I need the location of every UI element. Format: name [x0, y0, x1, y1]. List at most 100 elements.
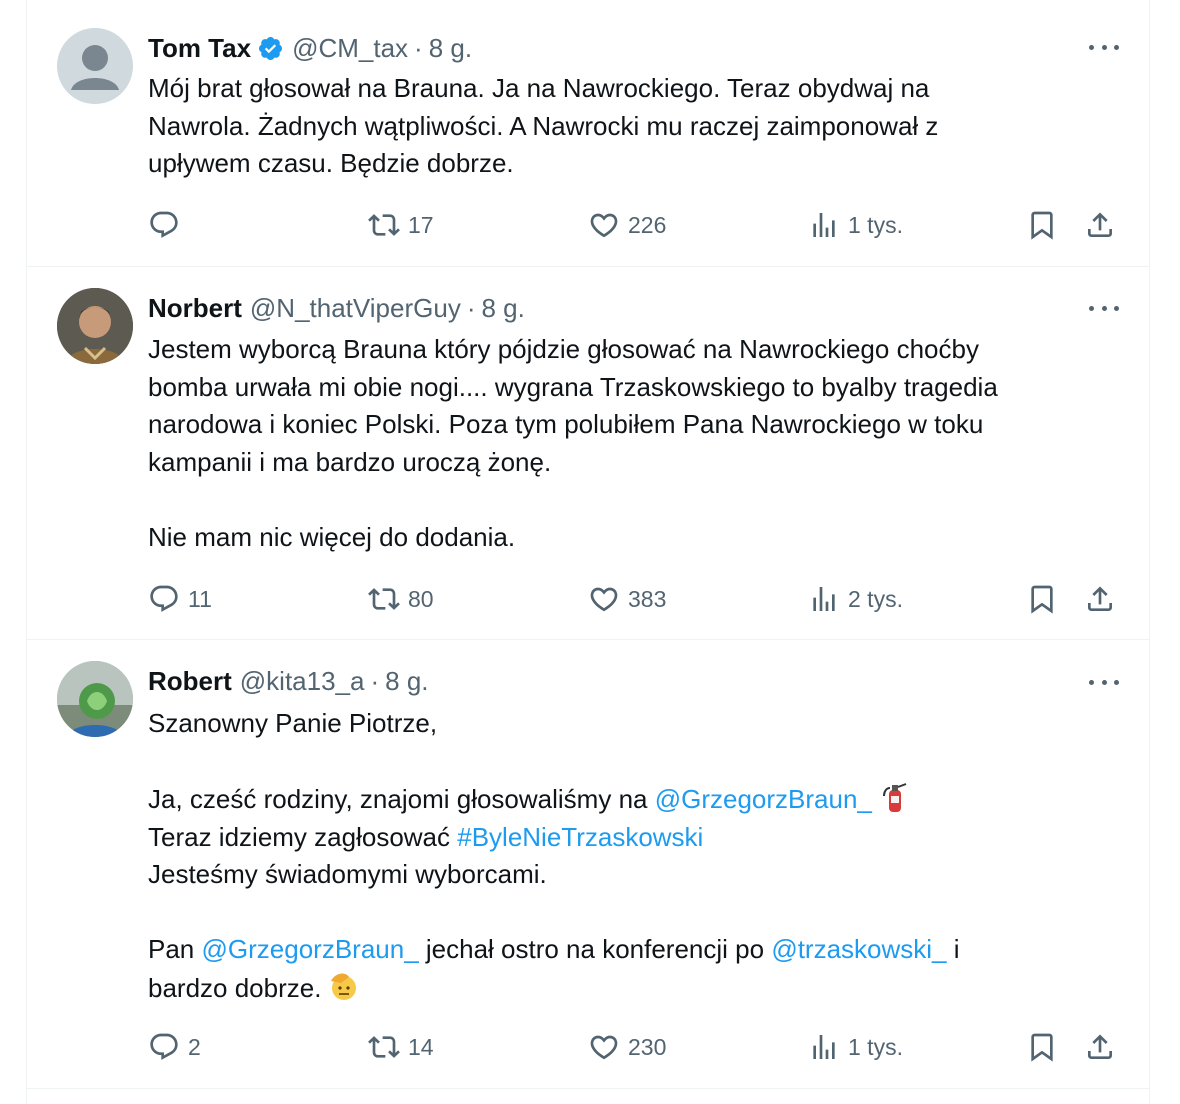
reply-button[interactable]: 11: [148, 579, 212, 619]
saluting-face-emoji-icon: [331, 973, 357, 1000]
mention-link[interactable]: @trzaskowski_: [771, 934, 946, 964]
display-name[interactable]: Robert: [148, 666, 232, 697]
tweet-header: Tom Tax @CM_tax · 8 g.: [148, 30, 472, 66]
mention-link[interactable]: @GrzegorzBraun_: [655, 784, 872, 814]
like-button[interactable]: 230: [588, 1027, 666, 1067]
views-chart-icon: [808, 209, 840, 241]
like-count: 226: [628, 211, 667, 238]
user-photo-icon: [57, 661, 133, 737]
views-button[interactable]: 2 tys.: [808, 579, 903, 619]
heart-icon: [588, 1031, 620, 1063]
views-button[interactable]: 1 tys.: [808, 1027, 903, 1067]
timestamp[interactable]: 8 g.: [482, 293, 525, 324]
share-icon: [1084, 1031, 1116, 1063]
tweet-line: Nawrola. Żadnych wątpliwości. A Nawrocki…: [148, 110, 939, 141]
tweet-text: Szanowny Panie Piotrze, Ja, cześć rodzin…: [148, 705, 1108, 1007]
bookmark-button[interactable]: [1026, 579, 1058, 619]
reply-count: 11: [188, 585, 212, 612]
bookmark-button[interactable]: [1026, 1027, 1058, 1067]
repost-icon: [368, 209, 400, 241]
views-button[interactable]: 1 tys.: [808, 205, 903, 245]
view-count: 1 tys.: [848, 1033, 903, 1060]
tweet-line: Ja, cześć rodziny, znajomi głosowaliśmy …: [148, 780, 1108, 819]
tweet-line: Pan @GrzegorzBraun_ jechał ostro na konf…: [148, 931, 1108, 969]
like-button[interactable]: 226: [588, 205, 666, 245]
more-options-icon[interactable]: [1089, 297, 1119, 319]
handle[interactable]: @CM_tax: [292, 33, 408, 64]
timestamp[interactable]: 8 g.: [385, 666, 428, 697]
tweet-line: Jestem wyborcą Brauna który pójdzie głos…: [148, 334, 979, 364]
tweet-line: Teraz idziemy zagłosować #ByleNieTrzasko…: [148, 819, 1108, 857]
reply-button[interactable]: [148, 205, 188, 245]
mention-link[interactable]: @GrzegorzBraun_: [202, 934, 419, 964]
avatar-photo[interactable]: [57, 661, 133, 737]
tweet-line-blank: [148, 894, 1108, 932]
repost-count: 17: [408, 211, 434, 238]
like-count: 383: [628, 585, 667, 612]
bookmark-icon: [1026, 209, 1058, 241]
repost-button[interactable]: 80: [368, 579, 434, 619]
line-text: Ja, cześć rodziny, znajomi głosowaliśmy …: [148, 784, 655, 814]
heart-icon: [588, 209, 620, 241]
line-text: bardzo dobrze.: [148, 972, 322, 1003]
action-bar: 2 14 230 1 tys.: [148, 1027, 1124, 1067]
tweet-tom-tax[interactable]: Tom Tax @CM_tax · 8 g. Mój brat głosował…: [27, 0, 1149, 267]
reply-count: 2: [188, 1033, 201, 1060]
tweet-norbert[interactable]: Norbert @N_thatViperGuy · 8 g. Jestem wy…: [27, 266, 1149, 640]
fire-extinguisher-emoji-icon: [882, 783, 907, 812]
tweet-line: Jesteśmy świadomymi wyborcami.: [148, 859, 547, 889]
bookmark-icon: [1026, 583, 1058, 615]
share-button[interactable]: [1084, 1027, 1116, 1067]
bookmark-icon: [1026, 1031, 1058, 1063]
like-button[interactable]: 383: [588, 579, 666, 619]
view-count: 2 tys.: [848, 585, 903, 612]
tweet-line: narodowa i koniec Polski. Poza tym polub…: [148, 409, 984, 439]
heart-icon: [588, 583, 620, 615]
repost-icon: [368, 1031, 400, 1063]
repost-icon: [368, 583, 400, 615]
action-bar: 11 80 383 2 tys.: [148, 579, 1124, 619]
view-count: 1 tys.: [848, 211, 903, 238]
repost-count: 14: [408, 1033, 434, 1060]
share-icon: [1084, 209, 1116, 241]
verified-badge-icon[interactable]: [257, 35, 284, 62]
tweet-text: Mój brat głosował na Brauna. Ja na Nawro…: [148, 70, 1108, 183]
share-button[interactable]: [1084, 579, 1116, 619]
more-options-icon[interactable]: [1089, 36, 1119, 58]
handle[interactable]: @N_thatViperGuy: [250, 293, 461, 324]
line-text: jechał ostro na konferencji po: [418, 934, 772, 964]
display-name[interactable]: Tom Tax: [148, 33, 251, 64]
tweet-line: bomba urwała mi obie nogi.... wygrana Tr…: [148, 371, 998, 402]
tweet-robert[interactable]: Robert @kita13_a · 8 g. Szanowny Panie P…: [27, 639, 1149, 1089]
repost-button[interactable]: 17: [368, 205, 434, 245]
repost-button[interactable]: 14: [368, 1027, 434, 1067]
line-text: Teraz idziemy zagłosować: [148, 821, 458, 852]
tweet-header: Robert @kita13_a · 8 g.: [148, 663, 429, 699]
share-button[interactable]: [1084, 205, 1116, 245]
tweet-line: Nie mam nic więcej do dodania.: [148, 521, 516, 552]
handle[interactable]: @kita13_a: [240, 666, 365, 697]
tweet-line: kampanii i ma bardzo uroczą żonę.: [148, 446, 552, 477]
tweet-line-blank: [148, 743, 1108, 781]
tweet-header: Norbert @N_thatViperGuy · 8 g.: [148, 290, 525, 326]
timestamp[interactable]: 8 g.: [429, 33, 472, 64]
dot-separator: ·: [370, 665, 380, 696]
avatar-default[interactable]: [57, 28, 133, 104]
line-text: i: [946, 934, 960, 964]
dot-separator: ·: [466, 292, 476, 323]
dot-separator: ·: [414, 32, 423, 63]
reply-button[interactable]: 2: [148, 1027, 201, 1067]
line-text: Pan: [148, 934, 202, 964]
tweet-line: upływem czasu. Będzie dobrze.: [148, 148, 514, 178]
reply-icon: [148, 1031, 180, 1063]
views-chart-icon: [808, 1031, 840, 1063]
display-name[interactable]: Norbert: [148, 293, 242, 324]
tweet-text: Jestem wyborcą Brauna który pójdzie głos…: [148, 331, 1108, 556]
tweet-line: Szanowny Panie Piotrze,: [148, 708, 438, 738]
repost-count: 80: [408, 585, 434, 612]
hashtag-link[interactable]: #ByleNieTrzaskowski: [457, 822, 703, 852]
bookmark-button[interactable]: [1026, 205, 1058, 245]
default-person-icon: [71, 45, 119, 90]
avatar-photo[interactable]: [57, 288, 133, 364]
more-options-icon[interactable]: [1089, 671, 1119, 693]
